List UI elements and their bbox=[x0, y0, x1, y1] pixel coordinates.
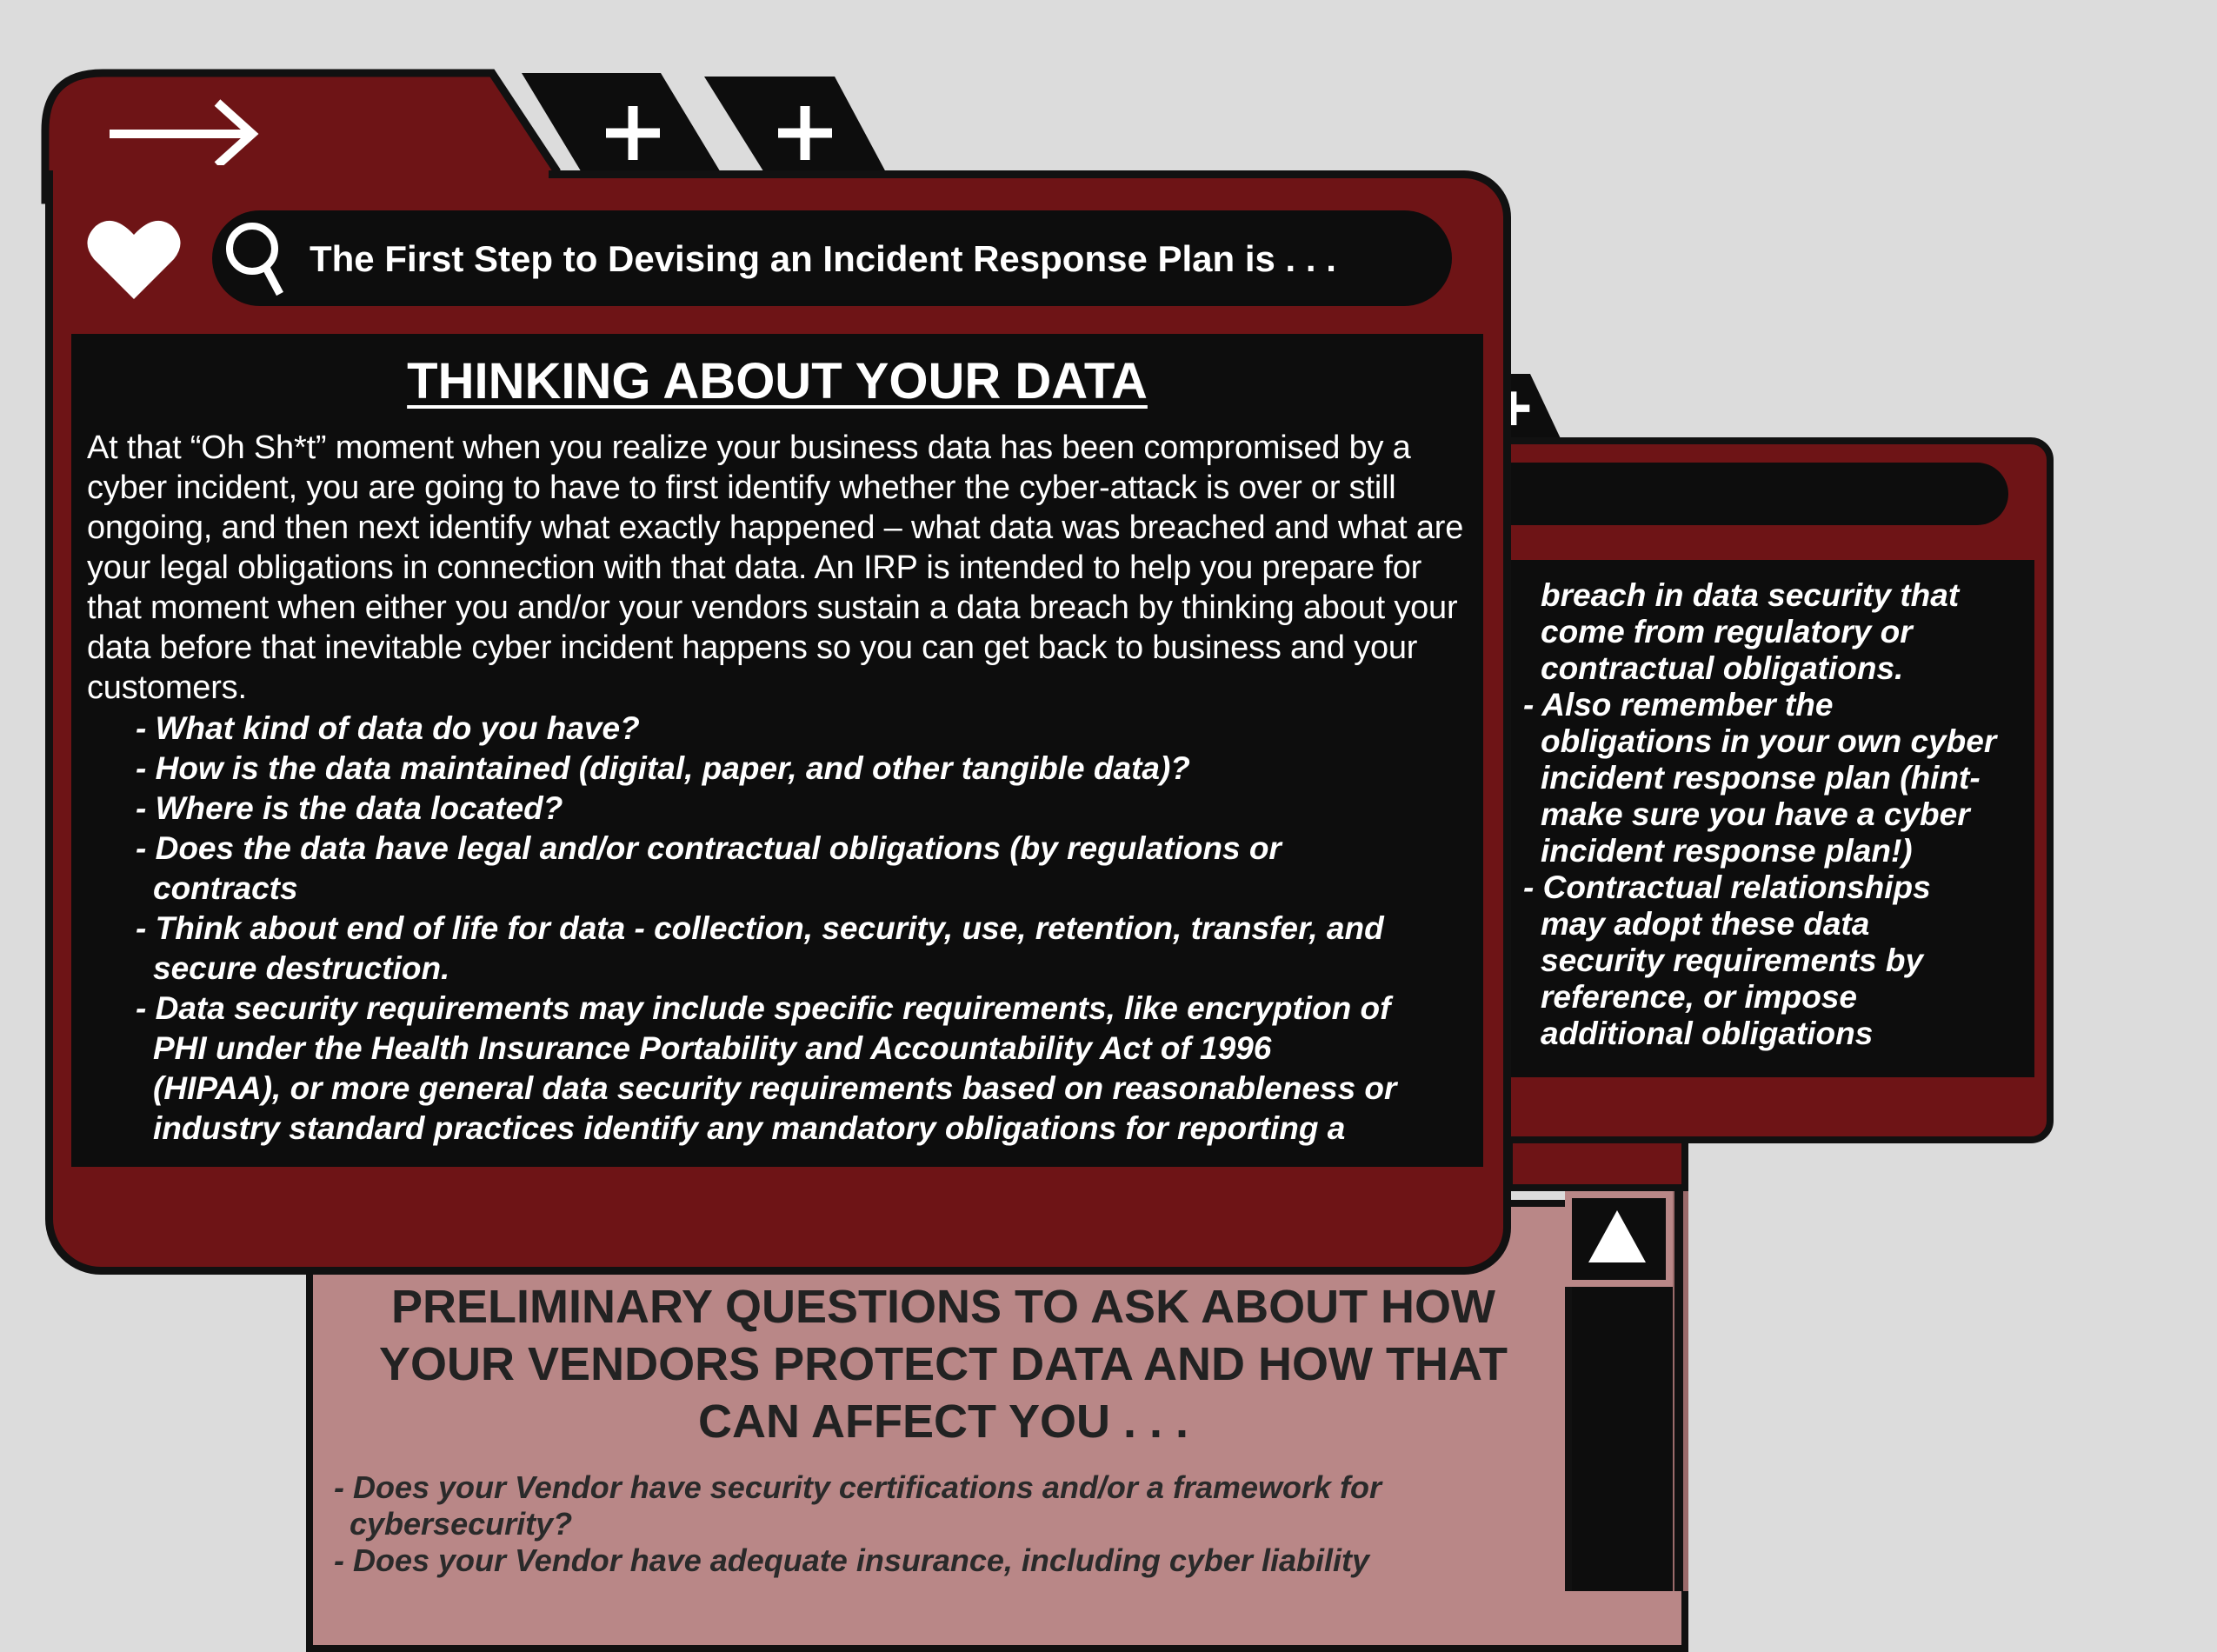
back-text-line: - Also remember the bbox=[1523, 687, 1834, 723]
heart-icon[interactable] bbox=[85, 216, 183, 303]
content-heading: THINKING ABOUT YOUR DATA bbox=[407, 353, 1148, 410]
back-text-line: - Contractual relationships bbox=[1523, 869, 1931, 905]
vendor-list-item: - Does your Vendor have security certifi… bbox=[334, 1469, 1382, 1505]
bullet-item: - Think about end of life for data - col… bbox=[136, 910, 1384, 986]
back-text-line: make sure you have a cyber bbox=[1541, 796, 1970, 832]
tab-plus-2 bbox=[704, 77, 887, 174]
vendor-list-item: cybersecurity? bbox=[350, 1506, 573, 1542]
scrollbar-rail bbox=[1674, 1191, 1683, 1591]
back-text-line: security requirements by bbox=[1541, 943, 1924, 978]
back-text-line: incident response plan!) bbox=[1541, 833, 1913, 869]
vendor-list-item: - Does your Vendor have adequate insuran… bbox=[334, 1542, 1369, 1578]
back-text-line: contractual obligations. bbox=[1541, 650, 1904, 686]
back-text-line: breach in data security that bbox=[1541, 577, 1960, 613]
bullet-item: - Data security requirements may include… bbox=[136, 990, 1397, 1146]
tab-seam bbox=[53, 165, 549, 183]
bullet-item: - Does the data have legal and/or contra… bbox=[136, 830, 1282, 906]
back-text-line: incident response plan (hint- bbox=[1541, 760, 1981, 796]
back-text-line: reference, or impose bbox=[1541, 979, 1857, 1015]
back-text-line: additional obligations bbox=[1541, 1016, 1874, 1051]
bullet-item: - Where is the data located? bbox=[136, 790, 563, 826]
bullet-item: - What kind of data do you have? bbox=[136, 710, 640, 746]
vendor-title: PRELIMINARY QUESTIONS TO ASK ABOUT HOW Y… bbox=[379, 1281, 1508, 1448]
back-search-bar[interactable] bbox=[1478, 463, 2008, 525]
bullet-item: - How is the data maintained (digital, p… bbox=[136, 750, 1190, 786]
back-text-line: come from regulatory or bbox=[1541, 614, 1913, 649]
search-query-text: The First Step to Devising an Incident R… bbox=[310, 238, 1336, 279]
back-content-panel: breach in data security that come from r… bbox=[1478, 560, 2034, 1077]
back-text-line: obligations in your own cyber bbox=[1541, 723, 1997, 759]
search-icon[interactable] bbox=[221, 214, 290, 301]
back-text-line: may adopt these data bbox=[1541, 906, 1870, 942]
intro-paragraph: At that “Oh Sh*t” moment when you realiz… bbox=[87, 430, 1464, 706]
scroll-up-icon[interactable] bbox=[1588, 1210, 1646, 1262]
